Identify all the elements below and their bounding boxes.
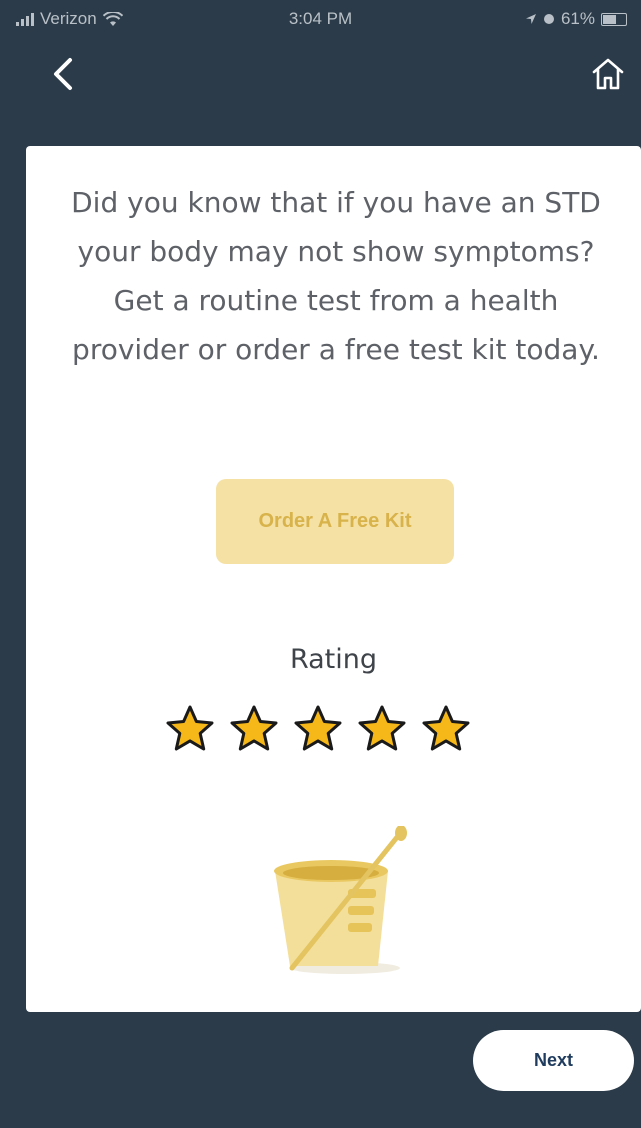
- chevron-left-icon: [54, 58, 72, 90]
- test-kit-cup-illustration: [274, 826, 407, 974]
- rating-label: Rating: [289, 644, 378, 675]
- star-icon[interactable]: [355, 703, 409, 757]
- order-free-kit-label: Order A Free Kit: [258, 510, 412, 532]
- star-rating: [163, 703, 473, 757]
- star-icon[interactable]: [163, 703, 217, 757]
- order-free-kit-button[interactable]: Order A Free Kit: [216, 479, 454, 564]
- location-icon: [525, 14, 536, 24]
- next-label: Next: [533, 1050, 573, 1070]
- back-button[interactable]: [46, 54, 82, 94]
- star-icon[interactable]: [291, 703, 345, 757]
- info-card: Did you know that if you have an STD you…: [26, 146, 641, 1012]
- std-info-message: Did you know that if you have an STD you…: [71, 186, 601, 366]
- star-icon[interactable]: [227, 703, 281, 757]
- battery-percent: 61%: [560, 9, 595, 28]
- status-bar: Verizon 3:04 PM 61%: [0, 0, 641, 38]
- home-button[interactable]: [588, 56, 628, 92]
- status-right: 61%: [525, 9, 627, 29]
- next-button[interactable]: Next: [473, 1030, 634, 1091]
- alarm-icon: [543, 14, 554, 24]
- star-icon[interactable]: [419, 703, 473, 757]
- battery-icon: [601, 12, 627, 26]
- home-icon: [592, 58, 624, 90]
